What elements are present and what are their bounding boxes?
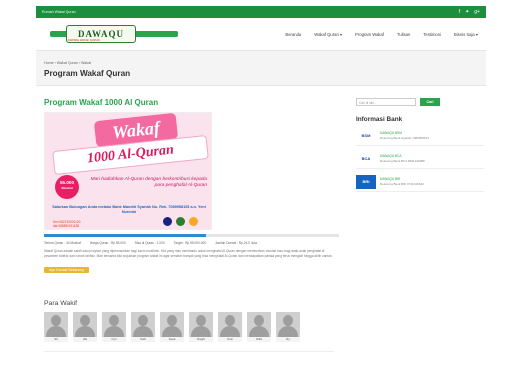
- bank-detail: Rekening Bank Syariah 7089958153: [380, 136, 429, 140]
- site-header: DAWAQU DAKWAH WAKAF QUR'AN Beranda Wakaf…: [36, 18, 486, 50]
- logo-subtext: DAKWAH WAKAF QUR'AN: [68, 39, 100, 42]
- stat-item: Harga Quran : Rp.55.000: [89, 241, 126, 245]
- nav-item-wakaf-quran[interactable]: Wakaf Quran ▾: [314, 32, 342, 37]
- banner-price-unit: /Mushaf: [61, 186, 73, 190]
- bank-name: DAWAQU BCA: [380, 154, 402, 158]
- partner-logo-icon: [163, 217, 172, 226]
- wakif-avatar[interactable]: Raghi: [189, 312, 213, 342]
- page-title: Program Wakaf Quran: [44, 69, 131, 78]
- site-logo[interactable]: DAWAQU DAKWAH WAKAF QUR'AN: [44, 23, 182, 45]
- bank-name: DAWAQU BRI: [380, 177, 401, 181]
- banner-phone-2: Ida 085850011185: [53, 224, 80, 228]
- wakif-name: Sobi: [131, 337, 155, 342]
- main-nav: Beranda Wakaf Quran ▾ Program Wakaf Tuli…: [285, 32, 478, 37]
- program-description: Wakaf Quran adalah salah satu program ya…: [44, 249, 333, 258]
- wakif-name: Ida: [73, 337, 97, 342]
- search-input[interactable]: Cari di sini...: [356, 98, 416, 106]
- wakif-avatar[interactable]: Ida: [73, 312, 97, 342]
- wakif-name: Dilla: [247, 337, 271, 342]
- nav-item-bisnis[interactable]: Bisnis Saja ▾: [454, 32, 478, 37]
- bank-detail: Rekening Bank BCA 8691449988: [380, 159, 425, 163]
- banner-account: Salurkan Bulungan Anda melalui Bank Mand…: [52, 205, 206, 214]
- program-banner-image[interactable]: Wakaf 1000 Al-Quran 55.000 /Mushaf Mari …: [44, 112, 212, 230]
- bank-item[interactable]: BCA DAWAQU BCA Rekening Bank BCA 86914499…: [356, 149, 484, 169]
- stat-item: Jumlah Donasi : Rp.24.0 Juta: [215, 241, 257, 245]
- nav-item-program-wakaf[interactable]: Program Wakaf: [355, 32, 384, 37]
- bank-item[interactable]: BRI DAWAQU BRI Rekening Bank BRI 07310166…: [356, 172, 484, 192]
- banner-price: 55.000: [59, 180, 75, 185]
- banner-tag: Wakaf: [111, 117, 161, 142]
- sidebar-search: Cari di sini... Cari: [356, 98, 484, 106]
- nav-item-testimoni[interactable]: Testimoni: [423, 32, 441, 37]
- wakif-avatar[interactable]: Sobi: [131, 312, 155, 342]
- banner-headline: 1000 Al-Quran: [86, 142, 175, 167]
- divider: [44, 351, 334, 352]
- donation-progress-fill: [44, 234, 207, 237]
- wakif-avatar[interactable]: Ny: [276, 312, 300, 342]
- search-button[interactable]: Cari: [420, 98, 440, 106]
- donate-button[interactable]: Ayo Donasi Sekarang: [44, 267, 89, 274]
- stat-item: Target : Rp.55.000.000: [173, 241, 207, 245]
- wakif-avatar[interactable]: Susa: [160, 312, 184, 342]
- wakif-avatar[interactable]: Kusi: [218, 312, 242, 342]
- bank-detail: Rekening Bank BRI 0731016620: [380, 182, 424, 186]
- bank-logo-icon: BRI: [356, 174, 376, 189]
- donation-progress-bar: [44, 234, 339, 237]
- wakif-name: Kusi: [218, 337, 242, 342]
- para-wakif-title: Para Wakif: [44, 300, 77, 307]
- bank-info-title: Informasi Bank: [356, 116, 403, 123]
- wakif-name: Ny: [276, 337, 300, 342]
- wakif-name: Susa: [160, 337, 184, 342]
- bank-name: DAWAQU BSM: [380, 131, 402, 135]
- stat-item: Terima Quran : 40 Mushaf: [44, 241, 81, 245]
- program-content: Program Wakaf 1000 Al Quran Wakaf 1000 A…: [44, 98, 339, 276]
- nav-item-beranda[interactable]: Beranda: [285, 32, 301, 37]
- banner-phones: Dini 082120001120 Ida 085850011185: [53, 220, 80, 228]
- wakif-avatar[interactable]: Sit: [44, 312, 68, 342]
- wakif-list: Sit Ida Cyn Sobi Susa Raghi Kusi Dilla N…: [44, 312, 300, 342]
- bank-logo-icon: BSM: [361, 133, 371, 138]
- logo-text: DAWAQU: [77, 29, 124, 39]
- bank-item[interactable]: BSM DAWAQU BSM Rekening Bank Syariah 7089…: [356, 126, 484, 146]
- top-bar: Rumah Wakaf Quran f ✦ g+: [36, 6, 486, 18]
- bank-logo-icon: BCA: [361, 156, 371, 161]
- top-bar-brand: Rumah Wakaf Quran: [42, 10, 76, 14]
- social-icons: f ✦ g+: [459, 9, 480, 15]
- wakif-name: Sit: [44, 337, 68, 342]
- partner-logo-icon: [189, 217, 198, 226]
- partner-logo-icon: [176, 217, 185, 226]
- wakif-avatar[interactable]: Cyn: [102, 312, 126, 342]
- sidebar: Cari di sini... Cari Informasi Bank BSM …: [356, 98, 484, 192]
- twitter-icon[interactable]: ✦: [465, 9, 469, 15]
- googleplus-icon[interactable]: g+: [474, 9, 480, 15]
- wakif-name: Raghi: [189, 337, 213, 342]
- banner-price-badge: 55.000 /Mushaf: [55, 175, 79, 199]
- stat-item: Sisa di Quran : 1.000: [134, 241, 165, 245]
- facebook-icon[interactable]: f: [459, 9, 460, 15]
- wakif-name: Cyn: [102, 337, 126, 342]
- banner-slogan: Mari hadiahkan Al-Quran dengan berkontri…: [90, 177, 207, 188]
- program-stats: Terima Quran : 40 Mushaf Harga Quran : R…: [44, 241, 339, 245]
- wakif-avatar[interactable]: Dilla: [247, 312, 271, 342]
- program-title[interactable]: Program Wakaf 1000 Al Quran: [44, 98, 339, 107]
- nav-item-tulisan[interactable]: Tulisan: [397, 32, 410, 37]
- breadcrumb[interactable]: Home › Wakaf Quran › Wakaf: [44, 61, 91, 65]
- page-header: Home › Wakaf Quran › Wakaf Program Wakaf…: [36, 50, 486, 86]
